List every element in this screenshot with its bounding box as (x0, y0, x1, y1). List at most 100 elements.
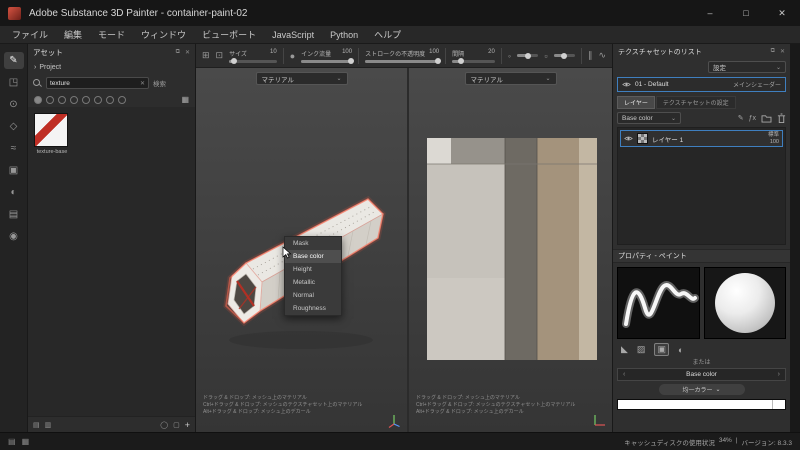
geometry-mask-tool-icon[interactable]: ▤ (4, 206, 24, 223)
add-asset-button[interactable]: + (185, 420, 190, 430)
filter-brushes-icon[interactable] (94, 95, 102, 104)
minimize-button[interactable]: – (692, 0, 728, 26)
flow-slider[interactable] (301, 58, 355, 64)
viewport-2d[interactable]: マテリアル ⌄ ドラッグ & ドロップ: メッシュ上のマテリアル Ctrl+ドラ… (409, 68, 612, 432)
search-input[interactable] (50, 79, 138, 87)
layer-opacity[interactable]: 100 (770, 139, 779, 145)
menu-item-height[interactable]: Height (285, 263, 341, 276)
channel-dropdown[interactable]: Base color ⌄ (617, 112, 681, 124)
grid-view-icon[interactable]: ▦ (181, 95, 189, 104)
projection-tool-icon[interactable]: ⊙ (4, 96, 24, 113)
smudge-tool-icon[interactable]: ≈ (4, 140, 24, 157)
menu-window[interactable]: ウィンドウ (133, 26, 194, 44)
close-button[interactable]: ✕ (764, 0, 800, 26)
viewport-3d[interactable]: マテリアル ⌄ Mask Base color Height Metallic … (196, 68, 407, 432)
add-paint-layer-icon[interactable]: ✎ (738, 114, 744, 122)
refresh-icon[interactable]: ◯ (160, 421, 168, 429)
stamp-preview-icon[interactable]: ⊡ (216, 50, 224, 61)
asset-item[interactable]: texture-base (34, 113, 189, 155)
stroke-mode-icon[interactable]: ▣ (654, 343, 669, 356)
blend-mode[interactable]: 標準 (768, 132, 779, 138)
close-panel-icon[interactable]: ✕ (185, 49, 190, 56)
brush-dot-icon[interactable]: ● (290, 51, 295, 61)
angle-slider[interactable] (517, 52, 539, 59)
material-preview[interactable] (703, 267, 786, 339)
viewport-3d-material-dropdown[interactable]: マテリアル ⌄ (255, 72, 348, 85)
settings-dropdown[interactable]: 設定 ⌄ (708, 61, 786, 73)
jitter-slider[interactable] (553, 52, 575, 59)
particles-tool-icon[interactable]: ◉ (4, 228, 24, 245)
filter-materials-icon[interactable] (46, 95, 54, 104)
texture-set-row[interactable]: 01 - Default メインシェーダー (617, 77, 786, 92)
filter-all-icon[interactable] (34, 95, 42, 104)
size-slider[interactable] (229, 58, 277, 64)
clear-search-icon[interactable]: ✕ (140, 80, 145, 87)
expand-icon[interactable]: ▢ (173, 421, 180, 429)
uv-texture-view[interactable] (409, 68, 612, 432)
prev-channel-icon[interactable]: ‹ (623, 371, 625, 378)
tab-layers[interactable]: レイヤー (617, 96, 655, 109)
clone-tool-icon[interactable]: ▣ (4, 162, 24, 179)
menu-mode[interactable]: モード (90, 26, 133, 44)
menu-file[interactable]: ファイル (4, 26, 56, 44)
add-folder-icon[interactable] (761, 114, 772, 123)
brush-tip-icon[interactable]: ◣ (621, 344, 628, 355)
brush-stroke-preview[interactable] (617, 267, 700, 339)
menu-item-base-color[interactable]: Base color (285, 250, 341, 263)
eye-icon[interactable] (624, 135, 633, 142)
layer-thumbnail[interactable] (637, 133, 648, 144)
stroke-opacity-slider[interactable] (365, 58, 441, 64)
menu-item-normal[interactable]: Normal (285, 289, 341, 302)
search-field[interactable]: ✕ (46, 77, 150, 89)
menu-viewport[interactable]: ビューポート (194, 26, 264, 44)
filter-filters-icon[interactable] (82, 95, 90, 104)
menu-item-metallic[interactable]: Metallic (285, 276, 341, 289)
polygon-fill-tool-icon[interactable]: ◇ (4, 118, 24, 135)
stencil-icon[interactable]: ▨ (637, 344, 646, 355)
log-icon[interactable]: ▤ (8, 437, 16, 446)
menu-edit[interactable]: 編集 (56, 26, 90, 44)
layer-name: レイヤー 1 (652, 136, 684, 144)
filter-smart-materials-icon[interactable] (58, 95, 66, 104)
project-row[interactable]: › Project (28, 60, 195, 74)
trash-icon[interactable] (777, 113, 786, 124)
list-view-icon[interactable]: ▤ (33, 421, 40, 429)
menu-help[interactable]: ヘルプ (366, 26, 409, 44)
shader-label[interactable]: メインシェーダー (733, 80, 781, 89)
spacing-slider[interactable] (452, 58, 495, 64)
quick-slot-icon[interactable]: ⊞ (202, 50, 210, 61)
paint-tool-icon[interactable]: ✎ (3, 52, 24, 69)
symmetry-icon[interactable]: ∥ (588, 50, 593, 61)
asset-thumbnail[interactable] (34, 113, 68, 147)
layout-icon[interactable]: ▦ (22, 437, 30, 446)
menu-javascript[interactable]: JavaScript (264, 26, 322, 44)
uniform-color-dropdown[interactable]: 均一カラー ⌄ (658, 384, 745, 395)
eraser-tool-icon[interactable]: ◳ (4, 74, 24, 91)
menu-item-roughness[interactable]: Roughness (285, 302, 341, 315)
add-effect-icon[interactable]: ƒx (749, 115, 756, 122)
card-view-icon[interactable]: ▥ (45, 421, 52, 429)
material-picker-tool-icon[interactable]: ◐ (4, 184, 24, 201)
next-channel-icon[interactable]: › (778, 371, 780, 378)
tool-rail: ✎ ◳ ⊙ ◇ ≈ ▣ ◐ ▤ ◉ (0, 44, 28, 432)
layer-row[interactable]: レイヤー 1 標準 100 (620, 130, 783, 147)
close-panel-icon[interactable]: ✕ (780, 48, 785, 55)
menu-python[interactable]: Python (322, 26, 366, 44)
lazy-mouse-icon[interactable]: ∿ (598, 50, 606, 61)
filter-smart-masks-icon[interactable] (70, 95, 78, 104)
filter-alphas-icon[interactable] (106, 95, 114, 104)
eye-icon[interactable] (622, 81, 631, 88)
angle-icon[interactable]: ◦ (508, 51, 511, 61)
filter-textures-icon[interactable] (118, 95, 126, 104)
channel-selector-bar[interactable]: ‹ Base color › (617, 368, 786, 381)
maximize-button[interactable]: □ (728, 0, 764, 26)
color-swatch[interactable] (617, 399, 786, 410)
material-mode-icon[interactable]: ◐ (678, 345, 683, 355)
search-action-label[interactable]: 検索 (153, 78, 166, 88)
tab-texture-set-settings[interactable]: テクスチャセットの設定 (655, 96, 736, 109)
dock-icon[interactable]: ⧉ (771, 48, 775, 55)
jitter-icon[interactable]: ▫ (544, 51, 547, 61)
menu-item-mask[interactable]: Mask (285, 237, 341, 250)
dock-icon[interactable]: ⧉ (176, 49, 180, 56)
viewport-2d-material-dropdown[interactable]: マテリアル ⌄ (464, 72, 557, 85)
